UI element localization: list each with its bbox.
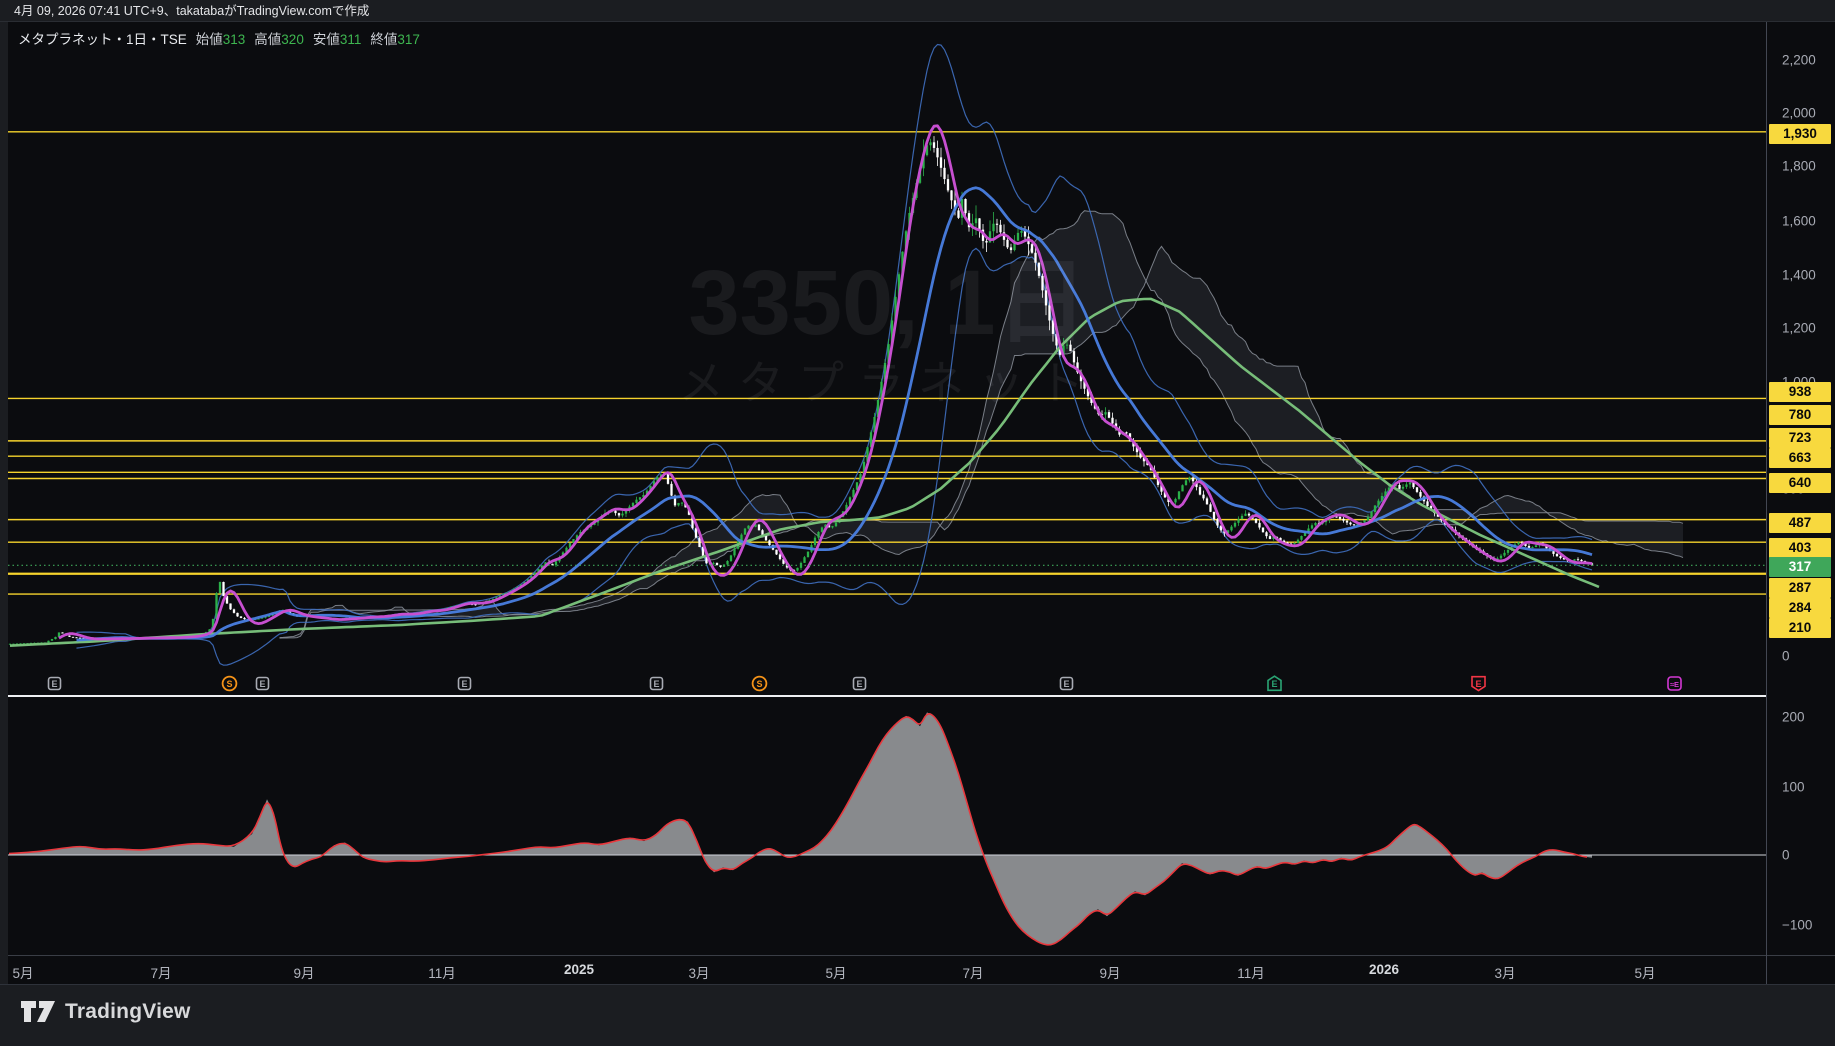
price-axis-label: 1,400 bbox=[1782, 268, 1816, 283]
price-level-badge[interactable]: 210 bbox=[1769, 618, 1831, 638]
price-axis-label: 0 bbox=[1782, 649, 1790, 664]
time-axis-label: 9月 bbox=[1099, 962, 1120, 982]
earnings-badge[interactable]: E bbox=[46, 675, 63, 692]
creation-info-bar: 4月 09, 2026 07:41 UTC+9、takatabaがTrading… bbox=[0, 0, 1835, 22]
price-axis[interactable]: 2,2002,0001,8001,6001,4001,2001,00060002… bbox=[1766, 22, 1835, 984]
price-level-badge[interactable]: 780 bbox=[1769, 405, 1831, 425]
time-axis[interactable]: 5月 7月 9月 11月 2025 3月 5月 7月 9月 11月 2026 3月 5月 bbox=[8, 955, 1766, 985]
footer-bar: TradingView bbox=[0, 984, 1835, 1046]
time-axis-label: 2025 bbox=[564, 962, 594, 977]
earnings-badge[interactable]: E bbox=[254, 675, 271, 692]
chart-area[interactable]: 3350, 1日 メタプラネット メタプラネット・1日・TSE始値313高値32… bbox=[8, 22, 1766, 984]
price-level-badge[interactable]: 403 bbox=[1769, 538, 1831, 558]
svg-text:E: E bbox=[856, 679, 862, 689]
time-axis-label: 7月 bbox=[150, 962, 171, 982]
svg-text:E: E bbox=[461, 679, 467, 689]
pane-separator[interactable] bbox=[8, 695, 1766, 697]
tradingview-chart-window: 4月 09, 2026 07:41 UTC+9、takatabaがTrading… bbox=[0, 0, 1835, 1046]
svg-text:E: E bbox=[1271, 679, 1277, 689]
legend-ohlc-label: 始値 bbox=[196, 32, 223, 47]
legend-ohlc-values: 始値313 高値320 安値311 終値317 bbox=[187, 32, 420, 47]
price-axis-label: 2,000 bbox=[1782, 106, 1816, 121]
svg-text:E: E bbox=[259, 679, 265, 689]
earnings-badge[interactable]: ≈E bbox=[1666, 675, 1683, 692]
oscillator-axis-label: 200 bbox=[1782, 710, 1805, 725]
split-badge[interactable]: S bbox=[751, 675, 768, 692]
oscillator-axis-label: 100 bbox=[1782, 780, 1805, 795]
left-margin-strip bbox=[0, 22, 8, 984]
legend-ohlc-value: 320 bbox=[281, 32, 304, 47]
svg-text:E: E bbox=[1063, 679, 1069, 689]
time-axis-label: 9月 bbox=[293, 962, 314, 982]
time-axis-label: 11月 bbox=[1237, 962, 1265, 982]
event-badge-row: E S E E E S E E E E ≈E bbox=[8, 675, 1766, 695]
oscillator-axis-label: −100 bbox=[1782, 918, 1812, 933]
time-axis-label: 3月 bbox=[688, 962, 709, 982]
svg-text:E: E bbox=[653, 679, 659, 689]
price-level-badge[interactable]: 723 bbox=[1769, 428, 1831, 448]
earnings-badge[interactable]: E bbox=[851, 675, 868, 692]
svg-text:E: E bbox=[51, 679, 57, 689]
time-axis-label: 5月 bbox=[1634, 962, 1655, 982]
price-level-badge[interactable]: 1,930 bbox=[1769, 124, 1831, 144]
oscillator-axis-label: 0 bbox=[1782, 848, 1790, 863]
time-axis-label: 2026 bbox=[1369, 962, 1399, 977]
svg-text:S: S bbox=[226, 679, 232, 689]
price-axis-label: 1,800 bbox=[1782, 159, 1816, 174]
time-axis-label: 11月 bbox=[428, 962, 456, 982]
svg-text:S: S bbox=[756, 679, 762, 689]
price-level-badge[interactable]: 287 bbox=[1769, 578, 1831, 598]
legend-ohlc-value: 313 bbox=[223, 32, 246, 47]
time-axis-label: 7月 bbox=[962, 962, 983, 982]
price-level-badge[interactable]: 284 bbox=[1769, 598, 1831, 618]
price-axis-label: 1,200 bbox=[1782, 321, 1816, 336]
price-level-badge[interactable]: 663 bbox=[1769, 448, 1831, 468]
price-axis-label: 1,600 bbox=[1782, 214, 1816, 229]
svg-text:≈E: ≈E bbox=[1669, 680, 1678, 689]
time-axis-label: 5月 bbox=[825, 962, 846, 982]
price-level-badge[interactable]: 487 bbox=[1769, 513, 1831, 533]
price-level-badge[interactable]: 938 bbox=[1769, 382, 1831, 402]
split-badge[interactable]: S bbox=[221, 675, 238, 692]
legend-ohlc-value: 317 bbox=[397, 32, 420, 47]
last-price-badge[interactable]: 317 bbox=[1769, 557, 1831, 577]
earnings-badge[interactable]: E bbox=[1058, 675, 1075, 692]
legend-ohlc-label: 安値 bbox=[313, 32, 340, 47]
price-axis-label: 2,200 bbox=[1782, 53, 1816, 68]
symbol-legend[interactable]: メタプラネット・1日・TSE 始値313 高値320 安値311 終値317 bbox=[18, 28, 420, 48]
svg-text:E: E bbox=[1475, 679, 1481, 689]
time-axis-label: 5月 bbox=[12, 962, 33, 982]
time-axis-label: 3月 bbox=[1494, 962, 1515, 982]
oscillator-pane[interactable] bbox=[8, 696, 1766, 955]
legend-ohlc-label: 終値 bbox=[370, 32, 397, 47]
price-level-badge[interactable]: 640 bbox=[1769, 473, 1831, 493]
earnings-badge[interactable]: E bbox=[456, 675, 473, 692]
tradingview-brand-text: TradingView bbox=[65, 1000, 191, 1024]
tradingview-logo-icon bbox=[20, 997, 56, 1027]
price-axis-pane-divider bbox=[1767, 955, 1835, 956]
earnings-badge[interactable]: E bbox=[648, 675, 665, 692]
tradingview-logo[interactable]: TradingView bbox=[20, 997, 191, 1027]
earnings-badge[interactable]: E bbox=[1266, 675, 1283, 692]
legend-symbol-text[interactable]: メタプラネット・1日・TSE bbox=[18, 32, 187, 47]
legend-ohlc-value: 311 bbox=[340, 32, 362, 47]
price-pane[interactable] bbox=[8, 22, 1766, 696]
creation-info-text: 4月 09, 2026 07:41 UTC+9、takatabaがTrading… bbox=[14, 4, 369, 18]
legend-ohlc-label: 高値 bbox=[254, 32, 281, 47]
earnings-badge[interactable]: E bbox=[1470, 675, 1487, 692]
